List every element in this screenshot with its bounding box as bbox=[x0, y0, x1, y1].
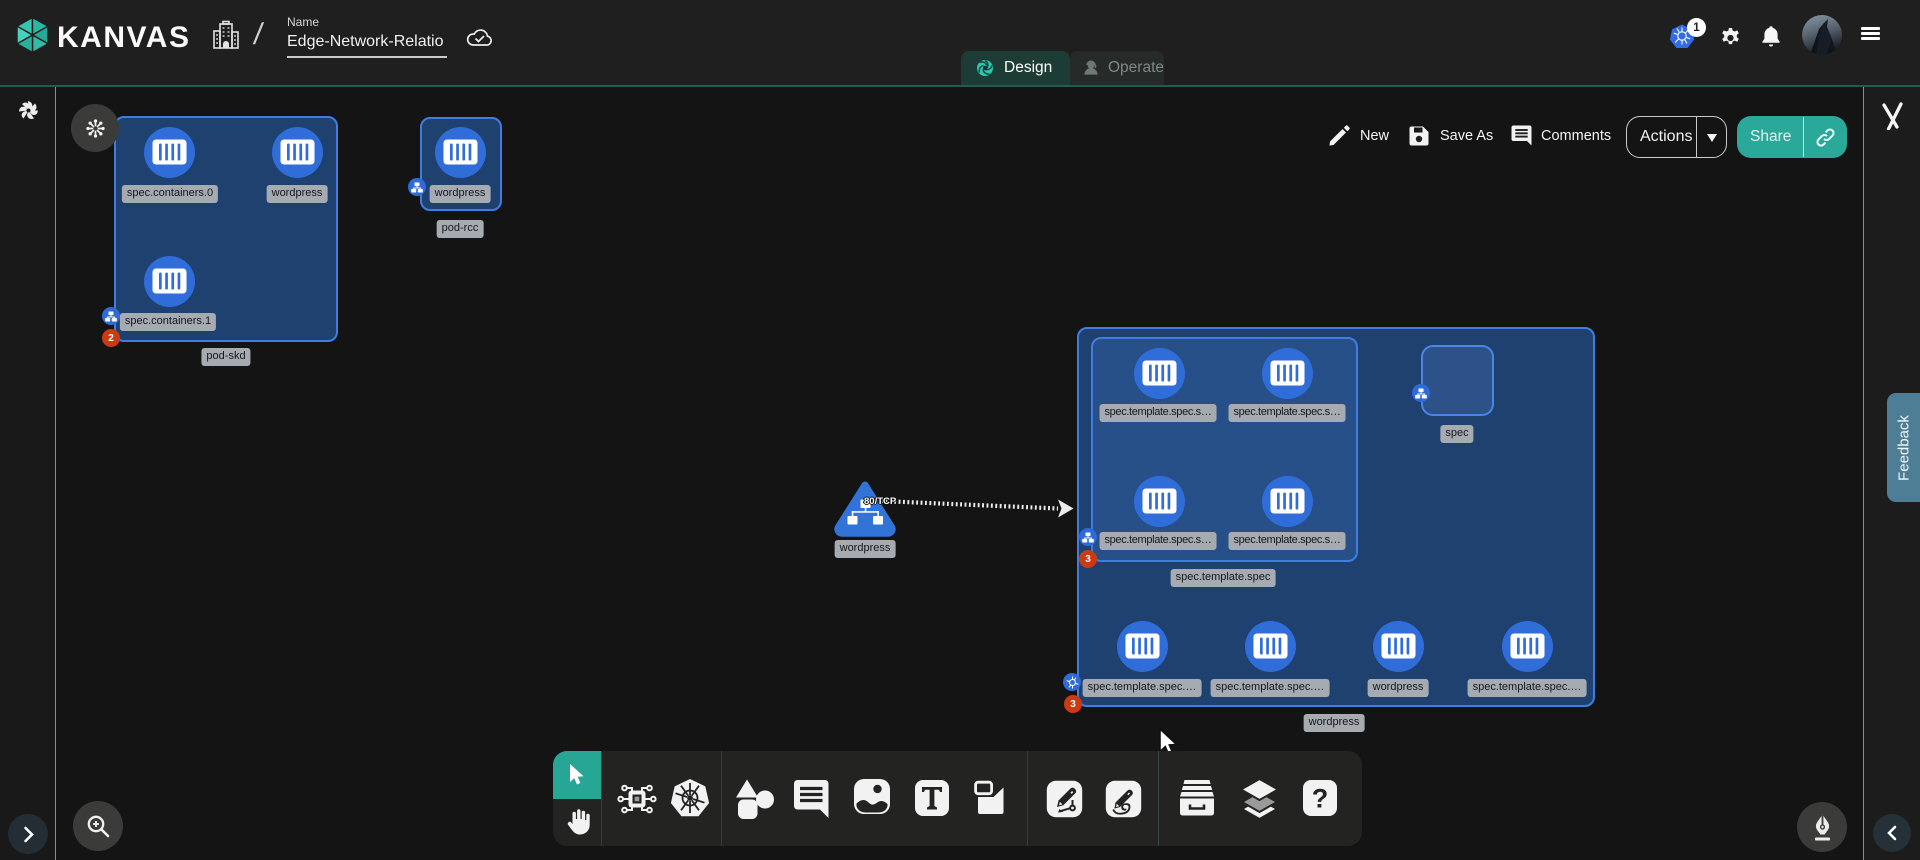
svg-text:?: ? bbox=[1312, 784, 1329, 814]
